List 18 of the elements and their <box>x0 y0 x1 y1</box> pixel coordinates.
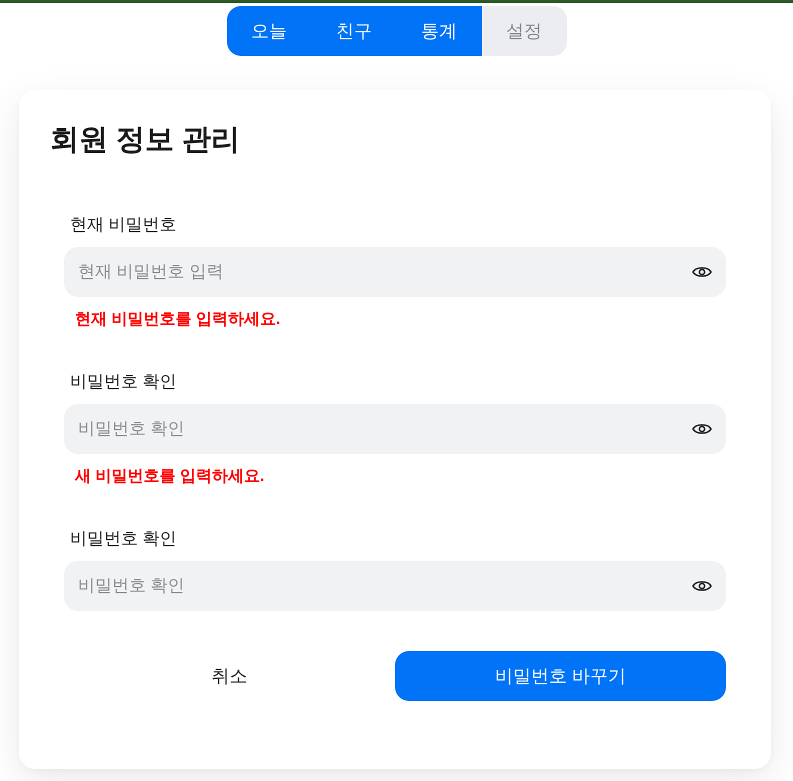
eye-icon[interactable] <box>692 579 712 593</box>
password-field[interactable]: 비밀번호 확인 <box>64 561 726 611</box>
cancel-button[interactable]: 취소 <box>196 651 264 701</box>
change-password-button[interactable]: 비밀번호 바꾸기 <box>395 651 726 701</box>
password-field[interactable]: 비밀번호 확인 <box>64 404 726 454</box>
eye-icon[interactable] <box>692 422 712 436</box>
nav-tab[interactable]: 오늘 <box>226 6 312 56</box>
field-label: 현재 비밀번호 <box>70 214 177 236</box>
password-field[interactable]: 현재 비밀번호 입력 <box>64 247 726 297</box>
error-message: 새 비밀번호를 입력하세요. <box>75 467 264 487</box>
nav-tab[interactable]: 친구 <box>312 6 396 56</box>
error-message: 현재 비밀번호를 입력하세요. <box>75 310 280 330</box>
eye-icon[interactable] <box>692 265 712 279</box>
field-label: 비밀번호 확인 <box>70 528 177 550</box>
nav-tab[interactable]: 통계 <box>396 6 482 56</box>
nav-tab[interactable]: 설정 <box>482 6 566 56</box>
field-label: 비밀번호 확인 <box>70 371 177 393</box>
page-title: 회원 정보 관리 <box>50 123 240 158</box>
